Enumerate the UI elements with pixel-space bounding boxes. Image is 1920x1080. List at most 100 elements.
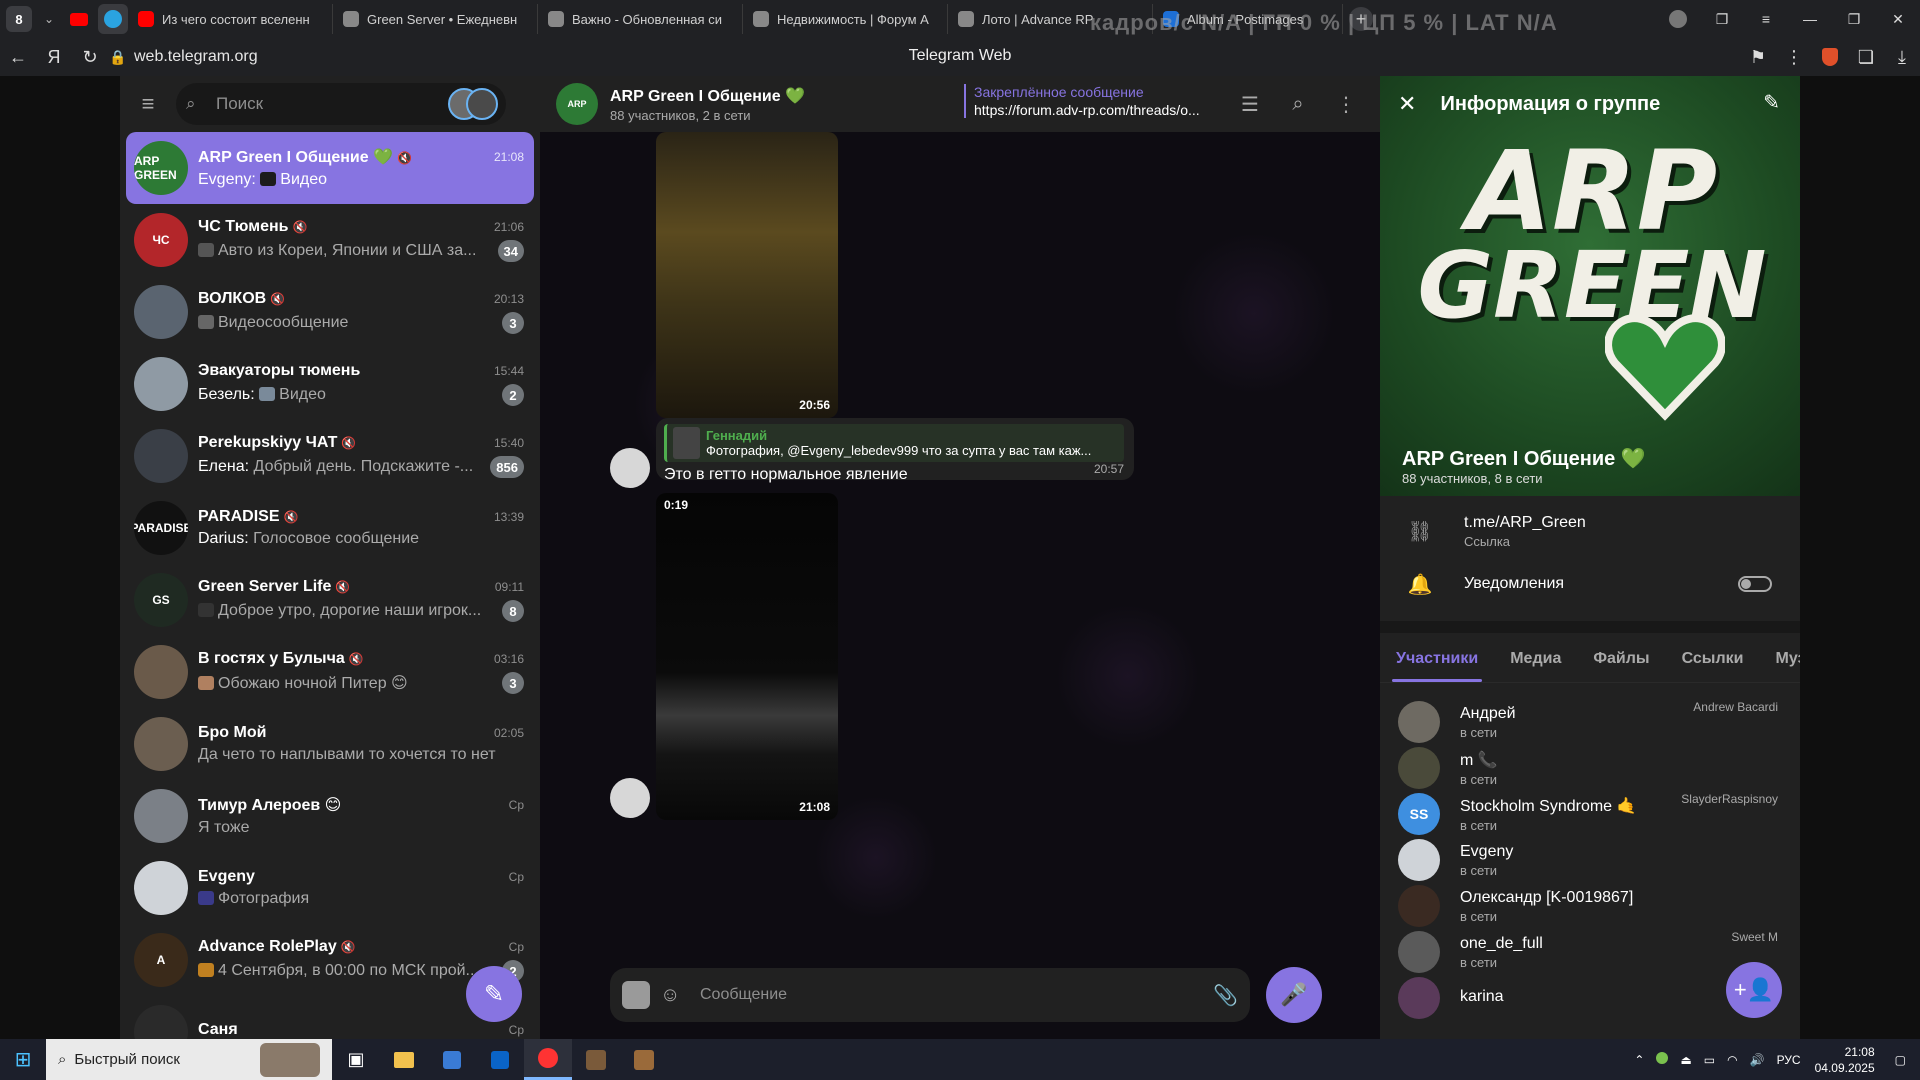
muted-icon: 🔇 [341,436,357,450]
chevron-down-icon[interactable]: ⌄ [38,12,60,26]
notifications-icon[interactable]: ▢ [1895,1053,1906,1067]
bookmarks-icon[interactable]: ❐ [1700,0,1744,38]
restore-button[interactable]: ❐ [1832,0,1876,38]
chat-list-item[interactable]: GS Green Server Life 🔇 09:11 Доброе утро, до… [126,564,534,636]
tray-app-icon[interactable] [1656,1052,1669,1067]
windows-start-icon[interactable]: ⊞ [0,1039,46,1080]
clock[interactable]: 21:08 04.09.2025 [1815,1044,1875,1076]
system-tray: ⌃ ⏏ ▭ ◠ 🔊 РУС 21:08 04.09.2025 ▢ [1628,1039,1920,1080]
muted-icon: 🔇 [335,580,351,594]
sender-avatar[interactable] [610,448,650,488]
notifications-row[interactable]: 🔔 Уведомления [1380,554,1800,614]
reply-quote[interactable]: Геннадий Фотография, @Evgeny_lebedev999 … [664,424,1124,462]
browser-tab[interactable]: Green Server • Ежедневн [333,4,538,34]
group-link-row[interactable]: ⛓ t.me/ARP_Green Ссылка [1380,501,1800,561]
chat-avatar: ЧС [134,213,188,267]
tray-display-icon[interactable]: ▭ [1704,1053,1715,1067]
info-tab[interactable]: Музыка [1759,650,1800,682]
tab-favicon-icon [753,11,769,27]
yandex-browser-icon[interactable] [524,1039,572,1080]
close-icon[interactable]: ✕ [1398,91,1416,117]
search-icon[interactable]: ⌕ [1274,93,1322,116]
volume-icon[interactable]: 🔊 [1750,1053,1765,1067]
reply-message[interactable]: Геннадий Фотография, @Evgeny_lebedev999 … [656,418,1134,483]
chat-list-item[interactable]: В гостях у Булыча 🔇 03:16 Обожаю ночной Пит… [126,636,534,708]
info-tab[interactable]: Ссылки [1666,650,1760,682]
message-composer: ☺ 📎 [610,968,1250,1022]
chat-list-item[interactable]: ARP GREEN ARP Green I Общение 💚 🔇 21:08 Evge… [126,132,534,204]
tab-favicon-icon [958,11,974,27]
info-tab[interactable]: Файлы [1577,650,1665,682]
stories-avatars[interactable] [448,88,498,120]
close-window-button[interactable]: ✕ [1876,0,1920,38]
pinned-tab-telegram[interactable] [98,4,128,34]
emoji-icon[interactable]: ☺ [660,984,690,1007]
language-indicator[interactable]: РУС [1777,1053,1801,1067]
sender-avatar[interactable] [610,778,650,818]
chat-list-item[interactable]: PARADISEPARADISE🔇13:39Darius: Голосовое … [126,492,534,564]
wifi-icon[interactable]: ◠ [1727,1053,1737,1067]
chat-list-item[interactable]: Perekupskiyy ЧАТ 🔇 15:40 Елена: Добрый день… [126,420,534,492]
new-message-button[interactable]: ✎ [466,966,522,1022]
game-app-icon-2[interactable] [620,1039,668,1080]
hamburger-menu-icon[interactable]: ≡ [132,91,164,117]
muted-icon: 🔇 [340,940,356,954]
browser-tab[interactable]: Недвижимость | Форум А [743,4,948,34]
chat-name: Advance RolePlay 🔇 [198,938,356,956]
chat-list-item[interactable]: Тимур Алероев 😊 Ср Я тоже [126,780,534,852]
edit-icon[interactable]: ✎ [1763,90,1780,115]
chat-header[interactable]: ARP ARP Green I Общение 💚 88 участников,… [540,76,1380,132]
store-icon[interactable] [428,1039,476,1080]
reload-button[interactable]: ↻ [72,38,108,76]
chat-list-item[interactable]: ВОЛКОВ 🔇 20:13 Видеосообщение 3 [126,276,534,348]
send-as-avatar[interactable] [622,981,650,1009]
profile-icon[interactable] [1656,0,1700,38]
chat-avatar [134,429,188,483]
voice-record-button[interactable]: 🎤 [1266,967,1322,1023]
chat-list-item[interactable]: ЧС ЧС Тюмень 🔇 21:06 Авто из Кореи, Японии и… [126,204,534,276]
file-explorer-icon[interactable] [380,1039,428,1080]
message-input[interactable] [700,986,1214,1004]
url-field[interactable]: web.telegram.org [134,48,258,66]
search-input[interactable]: ⌕ Поиск [176,83,506,125]
browser-tab[interactable]: Важно - Обновленная си [538,4,743,34]
story-avatar[interactable] [466,88,498,120]
back-button[interactable]: ← [0,38,36,76]
browser-tab[interactable]: Из чего состоит вселенн [128,4,333,34]
add-member-button[interactable]: +👤 [1726,962,1782,1018]
outlook-icon[interactable] [476,1039,524,1080]
tab-counter[interactable]: 8 [6,6,32,32]
minimize-button[interactable]: — [1788,0,1832,38]
download-icon[interactable]: ⤓ [1884,38,1920,76]
chat-column: 20:56 Геннадий Фотография, @Evgeny_lebed… [540,76,1380,1039]
taskbar-search[interactable]: ⌕ Быстрый поиск [46,1039,332,1080]
chat-avatar[interactable]: ARP [556,83,598,125]
task-view-icon[interactable]: ▣ [332,1039,380,1080]
collections-icon[interactable]: ❏ [1848,38,1884,76]
more-icon[interactable]: ⋮ [1776,38,1812,76]
attach-icon[interactable]: 📎 [1213,983,1238,1008]
game-app-icon[interactable] [572,1039,620,1080]
video-message[interactable]: 20:56 [656,132,838,418]
chat-last-text: Голосовое сообщение [253,530,420,547]
chat-list-item[interactable]: Evgeny Ср Фотография [126,852,534,924]
info-tab[interactable]: Участники [1380,650,1494,682]
shield-icon[interactable] [1812,38,1848,76]
notifications-toggle[interactable] [1738,576,1772,592]
group-photo[interactable]: ARP GREEN ARP Green I Общение 💚 88 участ… [1380,76,1800,496]
pinned-message[interactable]: Закреплённое сообщение https://forum.adv… [964,84,1214,118]
more-icon[interactable]: ⋮ [1322,92,1370,117]
yandex-icon[interactable]: Я [36,38,72,76]
menu-icon[interactable]: ≡ [1744,0,1788,38]
chat-title[interactable]: ARP Green I Общение 💚 [610,86,805,106]
tray-usb-icon[interactable]: ⏏ [1680,1053,1691,1067]
pinned-list-icon[interactable]: ☰ [1226,92,1274,117]
info-tab[interactable]: Медиа [1494,650,1577,682]
tray-chevron-icon[interactable]: ⌃ [1634,1053,1644,1067]
chat-list-item[interactable]: Эвакуаторы тюмень 15:44 Безель: Видео 2 [126,348,534,420]
chat-list-item[interactable]: Бро Мой 02:05 Да чето то наплывами то хоче… [126,708,534,780]
bookmark-icon[interactable]: ⚑ [1740,38,1776,76]
member-name: Андрей [1460,704,1516,722]
video-message-2[interactable]: 0:19 21:08 [656,493,838,820]
pinned-tab-youtube[interactable] [64,4,94,34]
